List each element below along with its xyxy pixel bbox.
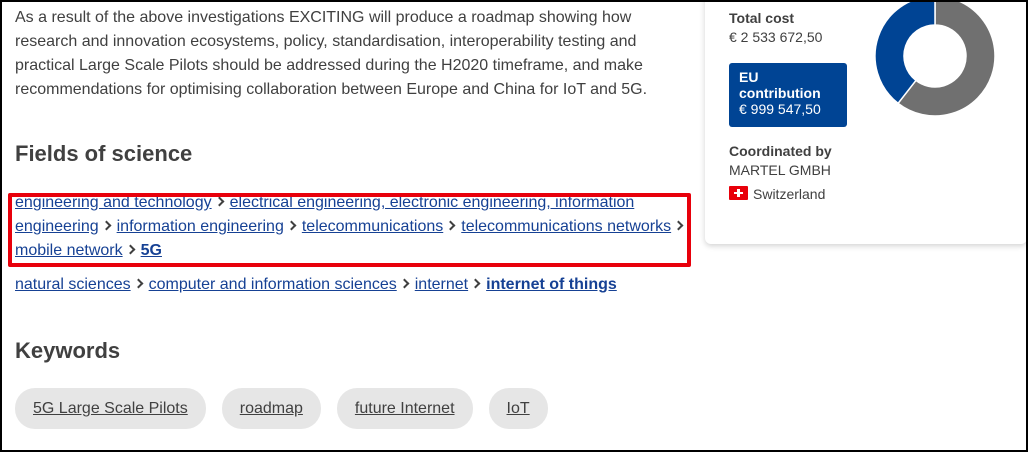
highlight-box [8, 193, 691, 267]
coordinator-country: Switzerland [753, 186, 826, 202]
project-objective-text: As a result of the above investigations … [15, 9, 648, 98]
keyword-chip[interactable]: future Internet [336, 388, 473, 429]
field-link-internet-of-things[interactable]: internet of things [486, 276, 617, 293]
keyword-list: 5G Large Scale Pilots roadmap future Int… [15, 388, 548, 429]
keyword-chip[interactable]: roadmap [221, 388, 321, 429]
keyword-chip[interactable]: IoT [488, 388, 548, 429]
eu-contribution-box: EU contribution € 999 547,50 [729, 63, 847, 127]
total-cost-value: € 2 533 672,50 [729, 29, 823, 45]
keywords-heading: Keywords [15, 338, 121, 363]
chevron-right-icon [133, 278, 144, 289]
total-cost-label: Total cost [729, 10, 795, 26]
funding-card: Total cost € 2 533 672,50 EU contributio… [705, 0, 1027, 244]
swiss-flag-icon [729, 186, 748, 200]
field-link-computer-and-information-sciences[interactable]: computer and information sciences [149, 276, 397, 293]
eu-contribution-label: EU contribution [739, 69, 821, 101]
coordinator-name: MARTEL GMBH [729, 162, 831, 178]
field-link-internet[interactable]: internet [415, 276, 468, 293]
keyword-chip[interactable]: 5G Large Scale Pilots [15, 388, 206, 429]
chevron-right-icon [399, 278, 410, 289]
fields-of-science-heading: Fields of science [15, 141, 193, 166]
eu-contribution-value: € 999 547,50 [739, 101, 821, 117]
field-breadcrumb-natural-sciences: natural sciences computer and information… [15, 273, 695, 297]
field-link-natural-sciences[interactable]: natural sciences [15, 276, 131, 293]
chevron-right-icon [470, 278, 481, 289]
funding-donut-chart [874, 0, 996, 116]
coordinated-by-label: Coordinated by [729, 143, 832, 159]
